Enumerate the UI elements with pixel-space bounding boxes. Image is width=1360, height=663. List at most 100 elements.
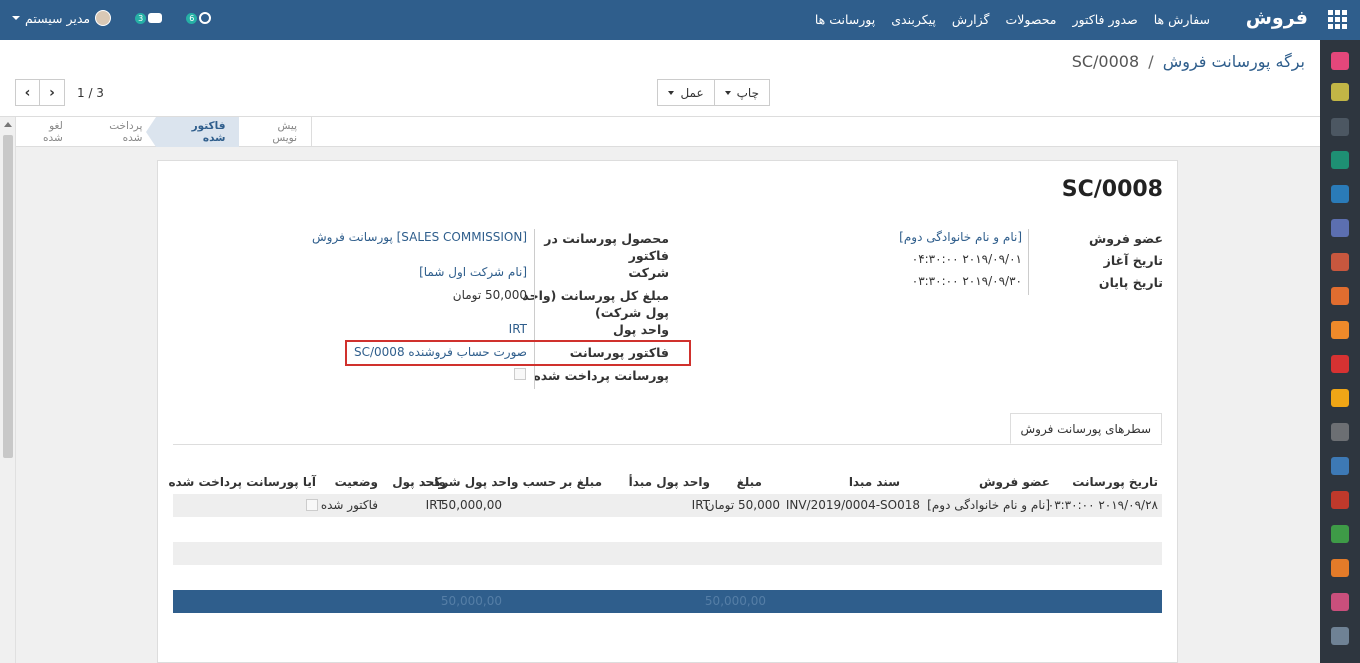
control-panel: برگه پورسانت فروش / SC/0008 چاپ عمل ‹ › … (0, 40, 1320, 117)
vertical-scrollbar[interactable] (0, 117, 16, 663)
documents-app-icon[interactable] (1331, 559, 1349, 577)
commission-paid-checkbox[interactable] (514, 368, 526, 380)
top-navbar: فروش سفارش ها صدور فاکتور محصولات گزارش … (0, 0, 1360, 40)
currency-value[interactable]: IRT (509, 321, 527, 338)
record-title: SC/0008 (1061, 177, 1163, 202)
purchase-app-icon[interactable] (1331, 355, 1349, 373)
apps-grid-icon[interactable] (1326, 9, 1348, 31)
cell-date: ۲۰۱۹/۰۹/۲۸ ۰۳:۳۰:۰۰ (1047, 498, 1158, 512)
stage-invoiced[interactable]: فاکتور شده (146, 117, 240, 147)
clock-icon (199, 12, 212, 24)
table-header: تاریخ پورسانت عضو فروش سند مبدا مبلغ واح… (168, 471, 1162, 494)
end-date-value: ۲۰۱۹/۰۹/۳۰ ۰۳:۳۰:۰۰ (911, 274, 1022, 288)
stage-cancelled[interactable]: لغو شده (15, 117, 77, 147)
cell-source-currency: IRT (691, 498, 710, 512)
notes-app-icon[interactable] (1331, 118, 1349, 136)
chevron-down-icon (668, 90, 675, 95)
invoice-highlight-box (345, 340, 691, 366)
sales-app-icon[interactable] (1331, 219, 1349, 237)
footer-amount-total: 50,000,00 (704, 594, 766, 608)
company-value[interactable]: [نام شرکت اول شما] (419, 264, 527, 281)
contacts-app-icon[interactable] (1331, 151, 1349, 169)
helpdesk-app-icon[interactable] (1331, 389, 1349, 407)
cell-company-amount: 50,000,00 (440, 498, 502, 512)
pager-previous-button[interactable]: ‹ (15, 79, 40, 106)
form-sheet: SC/0008 عضو فروش تاریخ آغاز تاریخ پایان … (157, 160, 1178, 663)
menu-item-reports[interactable]: گزارش (952, 12, 990, 27)
breadcrumb-current: SC/0008 (1071, 52, 1140, 71)
cell-currency: IRT (425, 498, 444, 512)
currency-label: واحد پول (612, 322, 669, 337)
pos-app-icon[interactable] (1331, 423, 1349, 441)
messaging-button[interactable]: 3 (135, 12, 163, 24)
total-commission-value: 50,000 تومان (452, 288, 527, 302)
chat-icon (148, 13, 163, 23)
col-header-is-paid[interactable]: آیا پورسانت پرداخت شده (168, 475, 316, 489)
col-header-member[interactable]: عضو فروش (979, 475, 1050, 489)
invoicing-app-icon[interactable] (1331, 253, 1349, 271)
breadcrumb-parent[interactable]: برگه پورسانت فروش (1163, 52, 1305, 71)
calendar-app-icon[interactable] (1331, 83, 1349, 101)
action-buttons: چاپ عمل (657, 79, 770, 106)
user-name: مدیر سیستم (25, 10, 91, 26)
menu-item-orders[interactable]: سفارش ها (1154, 12, 1210, 27)
field-separator (1028, 229, 1029, 295)
print-button[interactable]: چاپ (713, 79, 770, 106)
breadcrumb: برگه پورسانت فروش / SC/0008 (1072, 52, 1305, 71)
commission-paid-label: پورسانت پرداخت شده (533, 368, 669, 383)
start-date-value: ۲۰۱۹/۰۹/۰۱ ۰۴:۳۰:۰۰ (911, 252, 1022, 266)
payroll-app-icon[interactable] (1331, 457, 1349, 475)
inventory-app-icon[interactable] (1331, 321, 1349, 339)
sales-member-label: عضو فروش (1088, 231, 1163, 246)
stage-paid[interactable]: پرداخت شده (77, 117, 157, 147)
scroll-up-icon[interactable] (4, 122, 12, 127)
col-header-status[interactable]: وضعیت (335, 475, 378, 489)
crm-app-icon[interactable] (1331, 185, 1349, 203)
statusbar: پیش نویس فاکتور شده پرداخت شده لغو شده (15, 117, 1320, 147)
cell-source: INV/2019/0004-SO018 (785, 498, 920, 512)
action-button[interactable]: عمل (657, 79, 714, 106)
pager-next-button[interactable]: › (40, 79, 65, 106)
fleet-app-icon[interactable] (1331, 491, 1349, 509)
sales-member-value[interactable]: [نام و نام خانوادگی دوم] (899, 229, 1022, 246)
avatar (95, 10, 112, 26)
settings-app-icon[interactable] (1331, 627, 1349, 645)
col-header-amount[interactable]: مبلغ (737, 475, 762, 489)
maintenance-app-icon[interactable] (1331, 525, 1349, 543)
cell-amount: 50,000 تومان (705, 498, 780, 512)
cell-is-paid-checkbox[interactable] (306, 499, 318, 511)
cell-member: [نام و نام خانوادگی دوم] (927, 498, 1050, 512)
employees-app-icon[interactable] (1331, 593, 1349, 611)
table-row[interactable]: ۲۰۱۹/۰۹/۲۸ ۰۳:۳۰:۰۰ [نام و نام خانوادگی … (173, 494, 1162, 517)
footer-company-total: 50,000,00 (440, 594, 502, 608)
commission-product-label: محصول پورسانت در فاکتور (544, 231, 669, 263)
tab-commission-lines[interactable]: سطرهای پورسانت فروش (1009, 413, 1162, 444)
tab-divider (173, 444, 1162, 445)
app-sidebar (1320, 40, 1360, 663)
app-brand[interactable]: فروش (1246, 7, 1308, 29)
main-menu: سفارش ها صدور فاکتور محصولات گزارش پیکرب… (815, 12, 1210, 27)
menu-item-commissions[interactable]: پورسانت ها (815, 12, 875, 27)
menu-item-invoicing[interactable]: صدور فاکتور (1072, 12, 1137, 27)
pager-counter[interactable]: 1 / 3 (77, 86, 104, 100)
website-app-icon[interactable] (1331, 287, 1349, 305)
systray: 6 3 مدیر سیستم (12, 10, 212, 26)
scroll-thumb[interactable] (3, 135, 13, 458)
menu-item-configuration[interactable]: پیکربندی (891, 12, 936, 27)
start-date-label: تاریخ آغاز (1103, 253, 1163, 268)
col-header-source[interactable]: سند مبدا (849, 475, 900, 489)
table-row-empty (173, 542, 1162, 565)
discuss-app-icon[interactable] (1331, 52, 1349, 70)
stage-draft[interactable]: پیش نویس (239, 117, 312, 147)
table-footer: 50,000,00 50,000,00 (173, 590, 1162, 613)
col-header-date[interactable]: تاریخ پورسانت (1072, 475, 1158, 489)
commission-product-value[interactable]: [SALES COMMISSION] پورسانت فروش (312, 229, 527, 246)
menu-item-products[interactable]: محصولات (1006, 12, 1057, 27)
col-header-currency[interactable]: واحد پول (392, 475, 446, 489)
col-header-source-currency[interactable]: واحد پول مبدأ (629, 475, 710, 489)
activity-button[interactable]: 6 (186, 12, 212, 24)
col-header-company-amount[interactable]: مبلغ بر حسب واحد پول شرکت (422, 475, 602, 489)
activity-badge: 6 (186, 12, 198, 24)
user-menu[interactable]: مدیر سیستم (12, 10, 112, 26)
cell-status: فاکتور شده (320, 498, 378, 512)
